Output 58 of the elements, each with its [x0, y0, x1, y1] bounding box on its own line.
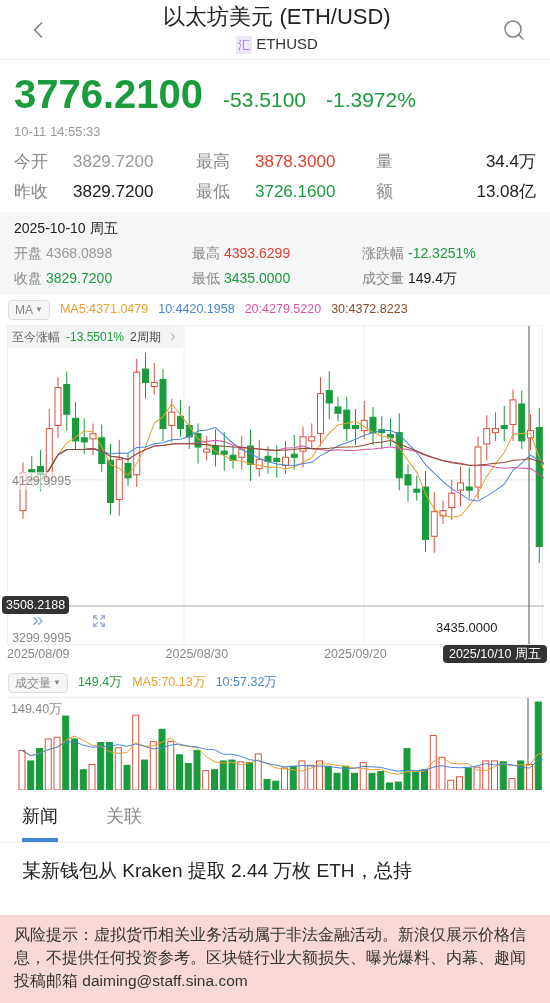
ma-value: 30:4372.8223: [331, 301, 408, 319]
date-label: 2025/08/09: [7, 645, 70, 663]
day-stat-value: 149.4万: [408, 268, 458, 288]
low-marker: 3435.0000: [436, 618, 498, 637]
stat-value: 3829.7200: [73, 150, 155, 173]
day-stat-value: 3829.7200: [46, 268, 113, 288]
overlay-period: 2周期: [130, 328, 161, 346]
date-label: 2025/09/20: [324, 645, 387, 663]
day-stat-label: 成交量: [362, 268, 404, 288]
stat-value: 3878.3000: [255, 150, 337, 173]
day-stat-value: -12.3251%: [408, 243, 476, 263]
stat-label: 量: [376, 150, 394, 173]
stat-value: 34.4万: [484, 150, 536, 173]
stat-value: 13.08亿: [475, 180, 536, 203]
stat-label: 最低: [196, 180, 231, 203]
volume-dropdown[interactable]: 成交量 ▼: [8, 672, 68, 693]
ma-value: 20:4279.5220: [244, 301, 322, 319]
stat-label: 今开: [14, 150, 49, 173]
stat-value: 3726.1600: [255, 180, 337, 203]
stat-label: 最高: [196, 150, 231, 173]
tab[interactable]: 新闻: [22, 802, 58, 842]
day-stat-label: 开盘: [14, 243, 42, 263]
day-stat-label: 最低: [192, 268, 220, 288]
quote-time: 10-11 14:55:33: [14, 123, 102, 141]
current-price: 3776.2100: [14, 71, 204, 118]
crosshair-price: 3508.2188: [2, 595, 70, 615]
day-stat-value: 4393.6299: [224, 243, 291, 263]
date-label: 2025/08/30: [165, 645, 229, 663]
stat-value: 3829.7200: [73, 180, 155, 203]
tab[interactable]: 关联: [106, 802, 142, 842]
ma-value: 10:4420.1958: [158, 301, 235, 319]
page-title: 以太坊美元 (ETH/USD): [163, 3, 391, 32]
axis-label: 3299.9995: [12, 629, 72, 646]
news-headline[interactable]: 某新钱包从 Kraken 提取 2.44 万枚 ETH，总持: [0, 842, 550, 883]
day-stat-label: 最高: [192, 243, 220, 263]
day-date: 2025-10-10 周五: [14, 218, 119, 238]
day-stat-label: 涨跌幅: [362, 243, 404, 263]
volume-value: MA5:70.13万: [132, 674, 206, 692]
ma-value: MA5:4371.0479: [59, 301, 149, 319]
search-icon[interactable]: [502, 17, 526, 42]
volume-value: 149.4万: [77, 674, 123, 692]
day-stat-label: 收盘: [14, 268, 42, 288]
percent-change: -1.3972%: [326, 87, 416, 113]
stat-label: 额: [376, 180, 394, 203]
expand-icon[interactable]: [92, 613, 106, 628]
market-badge: 汇: [236, 35, 253, 54]
risk-notice: 风险提示：虚拟货币相关业务活动属于非法金融活动。新浪仅展示价格信息，不提供任何投资参考。区块链行业大额损失、曝光爆料、内幕、趣闻投稿邮箱 daiming@staff.sina.com: [0, 915, 550, 1003]
symbol-label: ETHUSD: [256, 34, 318, 55]
volume-value: 10:57.32万: [215, 674, 278, 692]
price-change: -53.5100: [223, 87, 306, 113]
stat-label: 昨收: [14, 180, 49, 203]
change-overlay[interactable]: 至今涨幅 -13.5501% 2周期: [8, 325, 183, 348]
day-stat-value: 3435.0000: [224, 268, 291, 288]
day-stat-value: 4368.0898: [46, 243, 113, 263]
overlay-value: -13.5501%: [66, 328, 125, 346]
volume-axis-label: 149.40万: [11, 700, 63, 718]
overlay-label: 至今涨幅: [12, 328, 60, 346]
crosshair-date: 2025/10/10 周五: [442, 644, 547, 664]
